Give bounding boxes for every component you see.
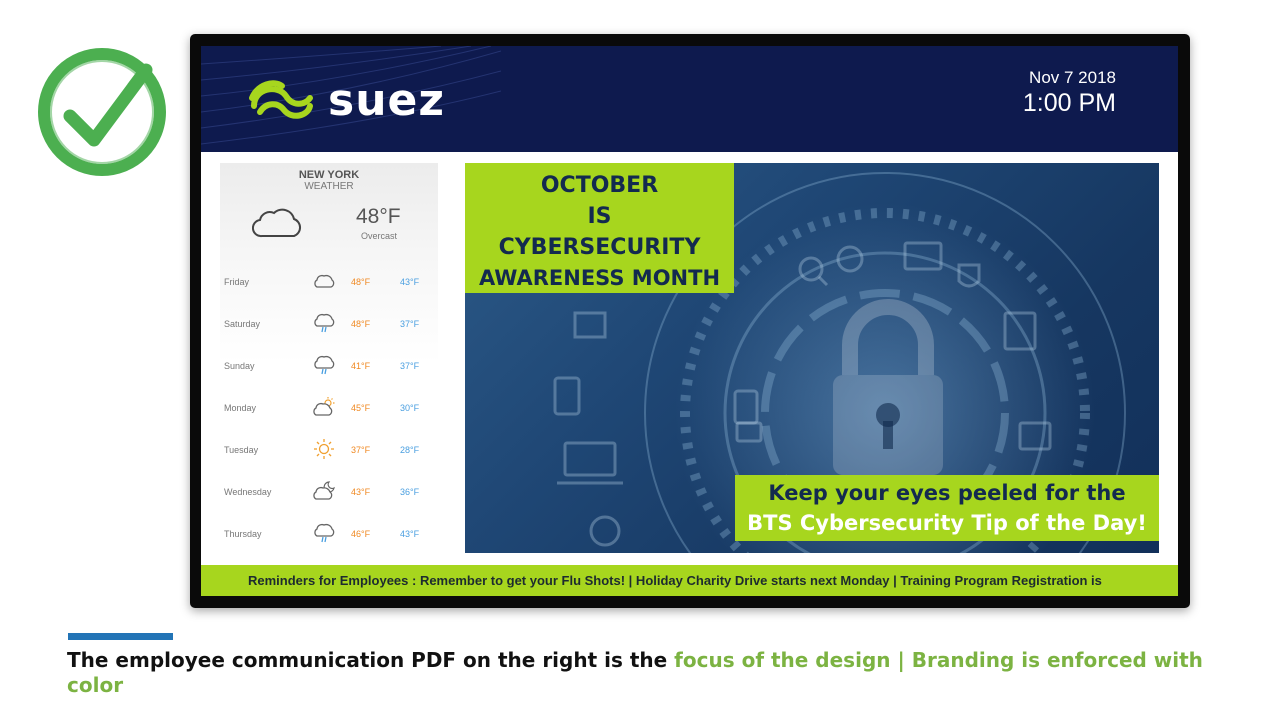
forecast-high: 43°F [351,487,371,497]
current-date: Nov 7 2018 [1029,68,1116,87]
forecast-low: 43°F [400,277,420,287]
ticker-text: Reminders for Employees : Remember to ge… [248,573,1102,588]
caption-accent-bar [68,633,173,640]
poster-title-line: IS [587,204,612,229]
caption-text: The employee communication PDF on the ri… [67,648,675,672]
signage-screen: suez Nov 7 2018 1:00 PM NEW YORK WEATHER… [201,46,1178,596]
forecast-list: Friday 48°F 43°F Saturday 48°F 37°F Sund… [220,261,438,555]
forecast-day: Sunday [224,361,255,371]
cloud-icon [314,274,335,288]
forecast-day: Thursday [224,529,262,539]
forecast-row: Friday 48°F 43°F [220,261,438,303]
forecast-low: 37°F [400,319,420,329]
suez-logo: suez [246,75,445,126]
weather-panel: NEW YORK WEATHER 48°F Overcast Friday 48… [220,163,438,553]
forecast-high: 46°F [351,529,371,539]
header-bar: suez Nov 7 2018 1:00 PM [201,46,1178,152]
forecast-day: Monday [224,403,257,413]
forecast-day: Tuesday [224,445,259,455]
poster-tip-box: Keep your eyes peeled for the BTS Cybers… [735,475,1159,541]
cloud-icon [252,208,301,238]
cybersecurity-poster: OCTOBER IS CYBERSECURITY AWARENESS MONTH… [465,163,1159,553]
poster-tip-line-1: Keep your eyes peeled for the [768,481,1126,505]
date-time: Nov 7 2018 1:00 PM [1023,68,1116,118]
rain-cloud-icon [314,355,335,375]
forecast-row: Sunday 41°F 37°F [220,345,438,387]
checkmark-icon [38,48,166,176]
forecast-row: Thursday 46°F 43°F [220,513,438,555]
partly-sunny-icon [313,397,335,416]
forecast-high: 41°F [351,361,371,371]
forecast-high: 48°F [351,277,371,287]
forecast-day: Friday [224,277,250,287]
forecast-low: 37°F [400,361,420,371]
forecast-high: 48°F [351,319,371,329]
signage-display: suez Nov 7 2018 1:00 PM NEW YORK WEATHER… [190,34,1190,608]
current-condition: Overcast [361,231,398,241]
forecast-day: Wednesday [224,487,272,497]
poster-title-box: OCTOBER IS CYBERSECURITY AWARENESS MONTH [465,163,734,293]
poster-tip-line-2: BTS Cybersecurity Tip of the Day! [747,511,1147,535]
poster-title-line: AWARENESS MONTH [478,266,721,290]
forecast-low: 28°F [400,445,420,455]
forecast-high: 37°F [351,445,371,455]
sun-icon [314,439,334,459]
forecast-low: 36°F [400,487,420,497]
forecast-high: 45°F [351,403,371,413]
poster-title-line: CYBERSECURITY [498,235,701,260]
weather-city: NEW YORK [298,169,360,181]
current-temperature: 48°F [356,205,401,228]
rain-cloud-icon [314,313,335,333]
brand-name: suez [328,75,445,126]
slide-caption: The employee communication PDF on the ri… [67,648,1207,698]
rain-cloud-icon [314,523,335,543]
forecast-row: Monday 45°F 30°F [220,387,438,429]
news-ticker: Reminders for Employees : Remember to ge… [201,565,1178,596]
cloud-moon-icon [313,481,335,500]
forecast-low: 30°F [400,403,420,413]
forecast-low: 43°F [400,529,420,539]
suez-logo-icon [249,79,313,119]
forecast-row: Saturday 48°F 37°F [220,303,438,345]
forecast-row: Tuesday 37°F 28°F [220,429,438,471]
forecast-day: Saturday [224,319,261,329]
weather-label: WEATHER [304,181,354,192]
current-time: 1:00 PM [1022,89,1116,117]
forecast-row: Wednesday 43°F 36°F [220,471,438,513]
poster-title-line: OCTOBER [540,173,659,198]
